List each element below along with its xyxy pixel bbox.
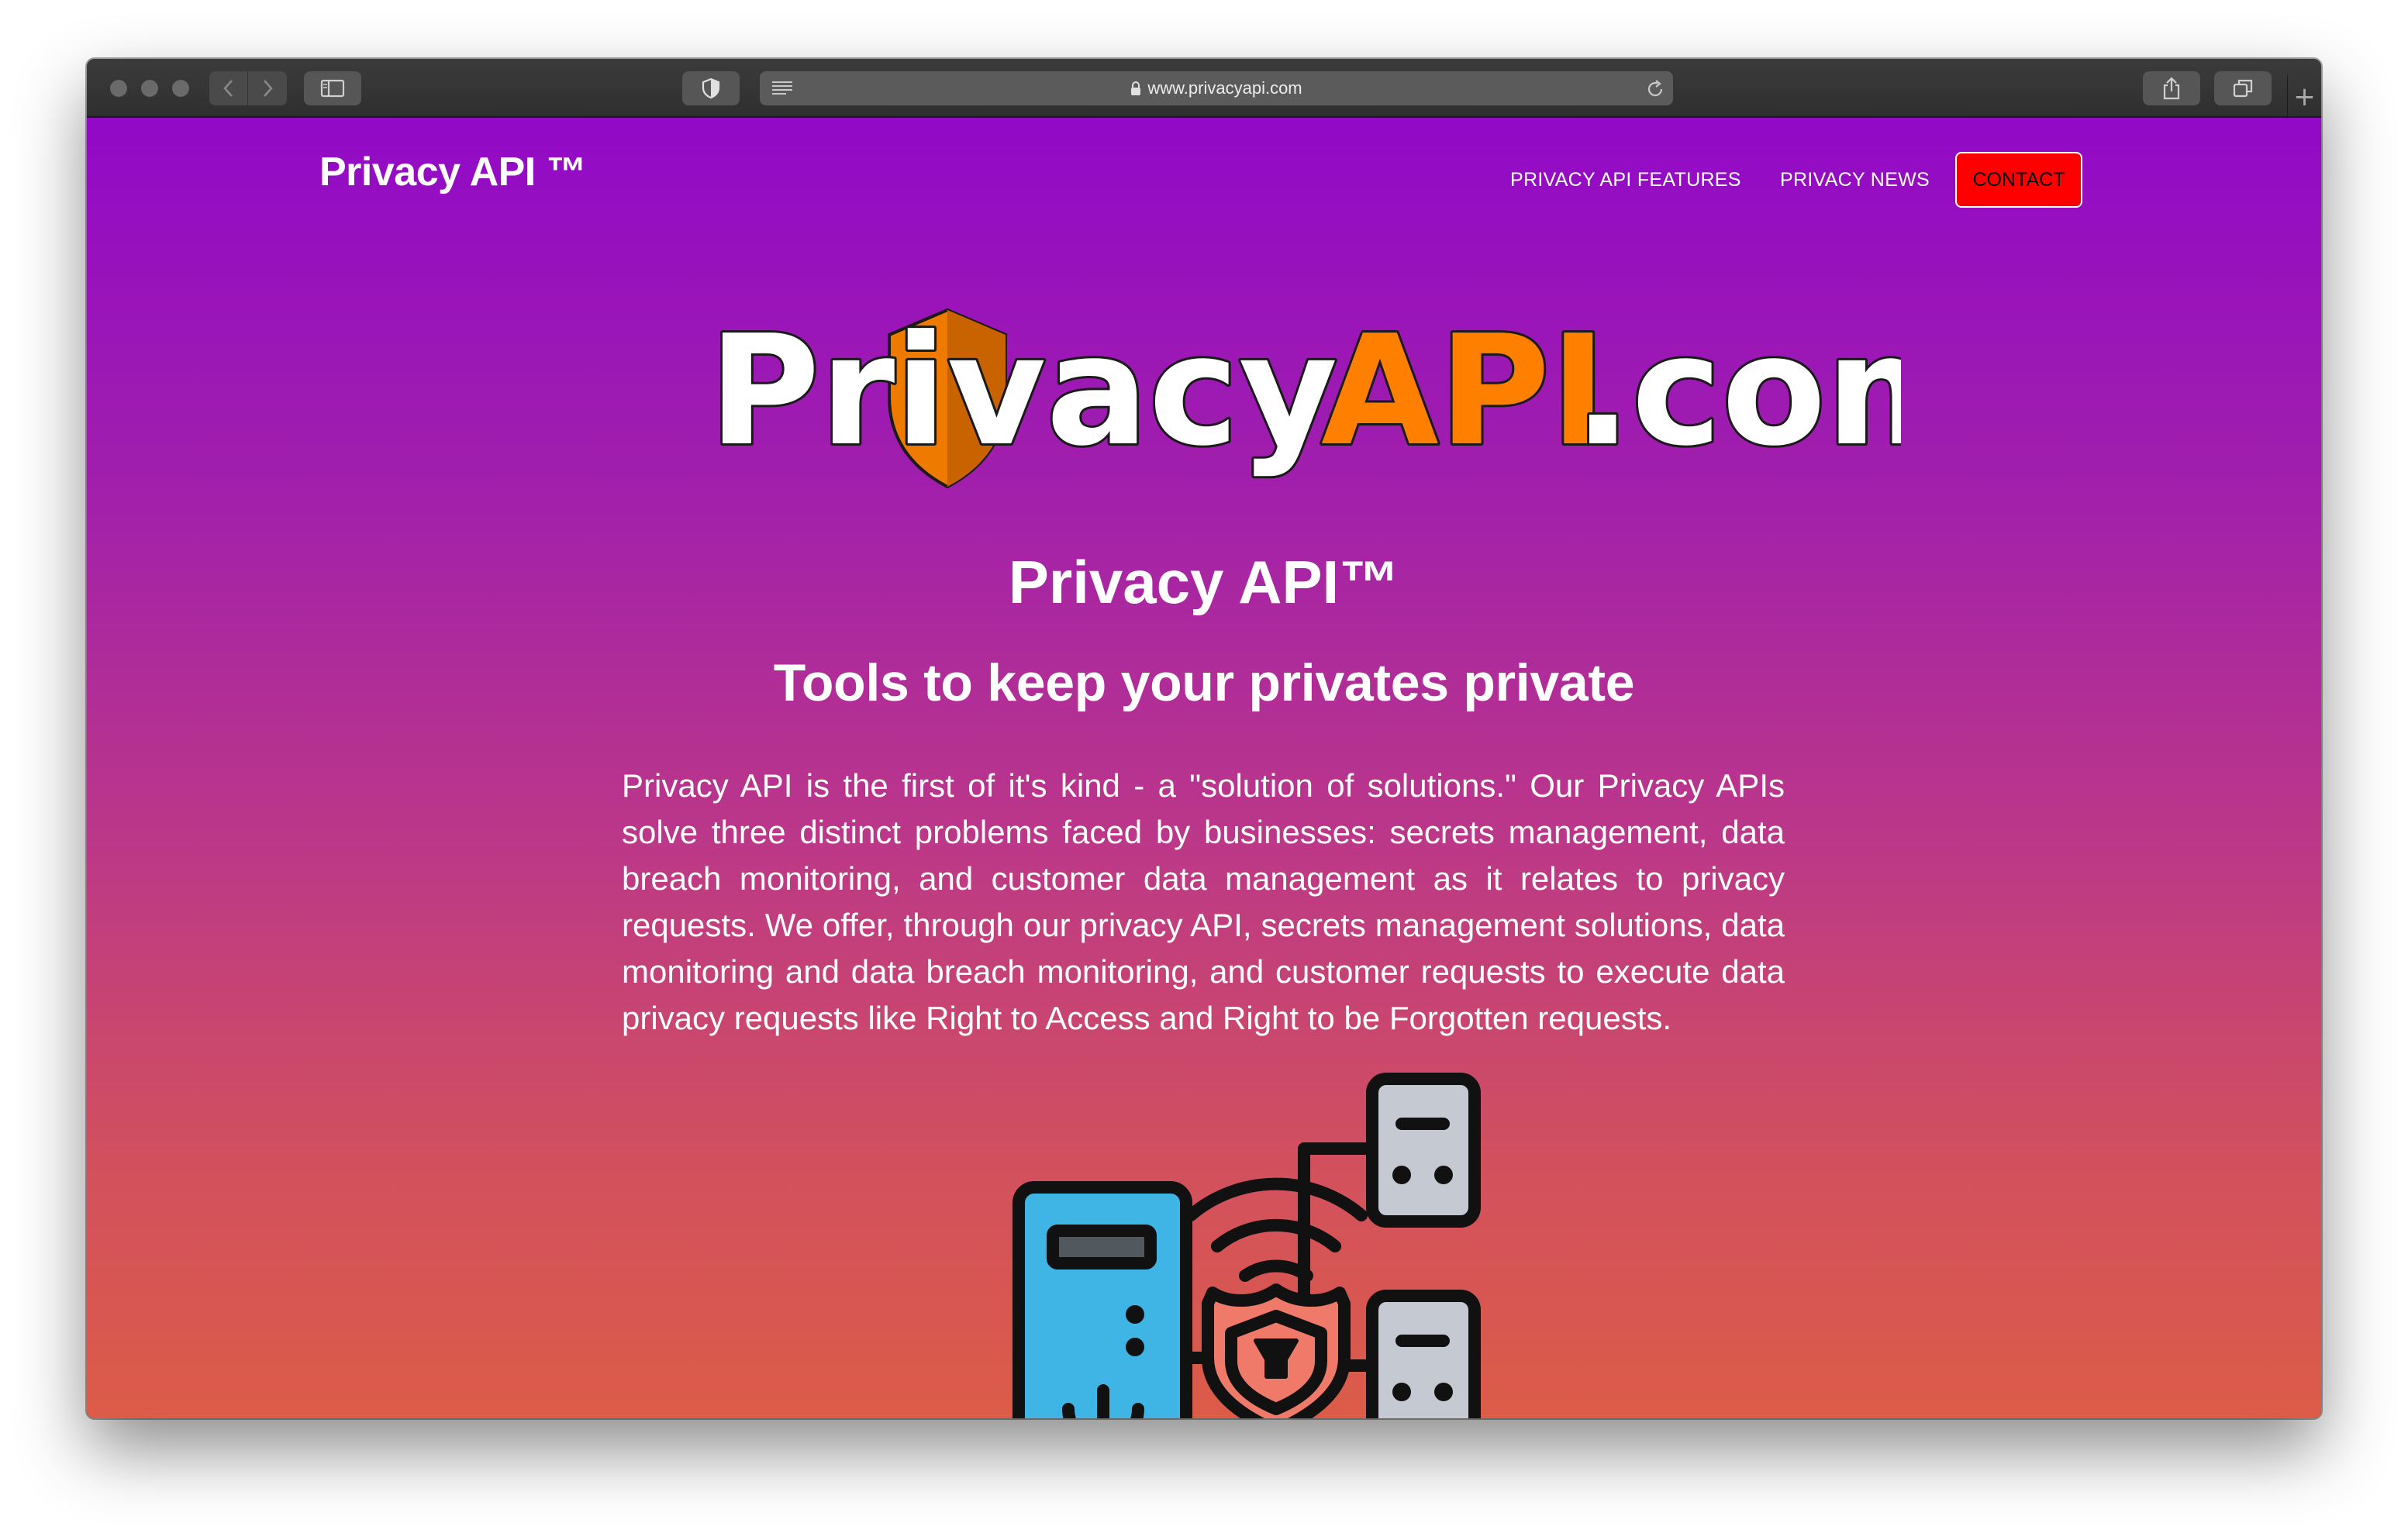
device-top-icon: [1366, 1073, 1481, 1228]
computer-tower-icon: [1013, 1181, 1192, 1418]
logo-text-api: API: [1321, 304, 1606, 480]
browser-window: www.privacyapi.com + Privacy API ™ PRIVA…: [87, 59, 2321, 1418]
address-bar[interactable]: www.privacyapi.com: [760, 71, 1673, 105]
wifi-icon: [1185, 1177, 1368, 1282]
zoom-window-button[interactable]: [172, 80, 189, 97]
privacy-report-button[interactable]: [682, 71, 740, 105]
sidebar-button[interactable]: [304, 71, 361, 105]
chevron-left-icon: [223, 80, 233, 97]
nav-link-features[interactable]: PRIVACY API FEATURES: [1510, 169, 1741, 191]
device-bottom-icon: [1366, 1290, 1481, 1418]
reload-icon[interactable]: [1645, 79, 1665, 99]
url-text: www.privacyapi.com: [1147, 78, 1302, 98]
sidebar-icon: [320, 79, 345, 98]
security-shield-icon: [1202, 1283, 1351, 1418]
plus-icon: +: [2293, 81, 2316, 112]
page-tagline: Tools to keep your privates private: [773, 653, 1635, 712]
lock-icon: [1131, 81, 1141, 95]
url-display[interactable]: www.privacyapi.com: [760, 71, 1673, 105]
privacyapi-logo: Privacy API .com: [706, 304, 1901, 489]
shield-icon: [702, 78, 720, 99]
site-brand[interactable]: Privacy API ™: [319, 149, 587, 195]
network-security-illustration: [1013, 1073, 1481, 1418]
forward-button[interactable]: [248, 71, 287, 105]
tabs-icon: [2233, 79, 2253, 98]
contact-button[interactable]: CONTACT: [1955, 152, 2082, 208]
back-button[interactable]: [209, 71, 248, 105]
logo-text-privacy: Privacy: [709, 304, 1337, 480]
show-tabs-button[interactable]: [2214, 71, 2272, 105]
nav-link-news[interactable]: PRIVACY NEWS: [1780, 169, 1930, 191]
history-nav: [209, 71, 287, 105]
logo-text-com: .com: [1574, 304, 1901, 480]
minimize-window-button[interactable]: [141, 80, 158, 97]
web-page: Privacy API ™ PRIVACY API FEATURES PRIVA…: [87, 118, 2321, 1418]
share-button[interactable]: [2143, 71, 2200, 105]
intro-paragraph: Privacy API is the first of it's kind - …: [622, 767, 1785, 1036]
page-subtitle: Privacy API™: [1008, 548, 1400, 616]
close-window-button[interactable]: [110, 80, 127, 97]
share-icon: [2163, 77, 2180, 100]
new-tab-button[interactable]: +: [2287, 76, 2321, 118]
browser-toolbar: www.privacyapi.com +: [87, 59, 2321, 118]
chevron-right-icon: [264, 80, 273, 97]
